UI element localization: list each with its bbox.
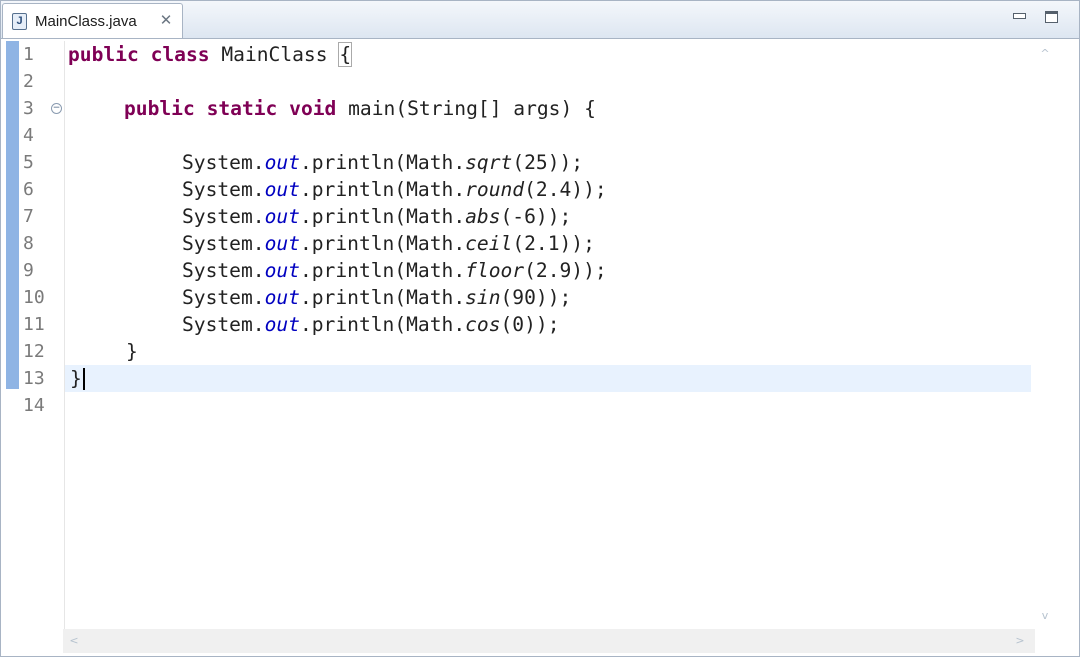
current-line-highlight [65, 365, 1031, 392]
static-method: cos [465, 313, 501, 336]
code-line: System.out.println(Math.abs(-6)); [182, 203, 571, 230]
keyword: static [206, 97, 278, 120]
keyword: public [124, 97, 195, 120]
tab-label: MainClass.java [35, 13, 137, 30]
line-number: 5 [23, 152, 34, 173]
keyword: public [68, 43, 139, 66]
horizontal-scrollbar[interactable]: < > [63, 629, 1035, 653]
line-number: 1 [23, 44, 34, 65]
matching-brace: { [338, 42, 353, 67]
code-line: System.out.println(Math.cos(0)); [182, 311, 560, 338]
line-number: 14 [23, 395, 45, 416]
closing-brace: } [70, 367, 82, 390]
code-token: .println(Math. [299, 178, 466, 201]
minimize-button[interactable] [1013, 13, 1026, 19]
code-token: (90)); [500, 286, 572, 309]
scroll-right-icon[interactable]: > [1013, 634, 1027, 648]
method-signature: main(String[] args) { [348, 97, 596, 120]
static-method: sqrt [465, 151, 513, 174]
static-field: out [264, 151, 300, 174]
static-field: out [264, 313, 300, 336]
code-token: .println(Math. [299, 232, 466, 255]
code-line: public class MainClass { [68, 41, 353, 68]
scroll-up-icon[interactable]: ^ [1038, 47, 1052, 61]
code-token: .println(Math. [299, 286, 466, 309]
code-token: System. [182, 313, 265, 336]
code-line: public static void main(String[] args) { [124, 95, 596, 122]
code-line: } [70, 365, 82, 392]
static-method: round [465, 178, 525, 201]
code-token: System. [182, 178, 265, 201]
code-token: (25)); [512, 151, 584, 174]
line-number: 9 [23, 260, 34, 281]
static-field: out [264, 232, 300, 255]
static-field: out [264, 286, 300, 309]
code-token: System. [182, 232, 265, 255]
line-number: 7 [23, 206, 34, 227]
line-number: 8 [23, 233, 34, 254]
line-number: 12 [23, 341, 45, 362]
code-line: System.out.println(Math.sqrt(25)); [182, 149, 583, 176]
code-token: .println(Math. [299, 313, 466, 336]
code-line: System.out.println(Math.floor(2.9)); [182, 257, 607, 284]
code-token: System. [182, 259, 265, 282]
code-line: System.out.println(Math.round(2.4)); [182, 176, 607, 203]
line-number: 13 [23, 368, 45, 389]
line-number: 6 [23, 179, 34, 200]
scroll-down-icon[interactable]: v [1038, 609, 1052, 623]
static-method: sin [465, 286, 501, 309]
code-token: System. [182, 205, 265, 228]
annotation-ruler [6, 41, 19, 389]
keyword: void [289, 97, 337, 120]
static-method: floor [465, 259, 525, 282]
keyword: class [150, 43, 210, 66]
static-field: out [264, 205, 300, 228]
java-file-icon: J [12, 13, 27, 30]
code-token: System. [182, 286, 265, 309]
code-line: System.out.println(Math.sin(90)); [182, 284, 571, 311]
static-method: abs [465, 205, 501, 228]
fold-collapse-icon[interactable]: − [51, 103, 62, 114]
code-token: (0)); [500, 313, 560, 336]
line-number: 11 [23, 314, 45, 335]
code-token: System. [182, 151, 265, 174]
static-field: out [264, 259, 300, 282]
tab-mainclass-java[interactable]: J MainClass.java ✕ [2, 3, 183, 38]
line-number: 2 [23, 71, 34, 92]
code-token: (2.9)); [524, 259, 607, 282]
line-number: 10 [23, 287, 45, 308]
code-token: (2.1)); [512, 232, 595, 255]
scroll-left-icon[interactable]: < [67, 634, 81, 648]
code-token: .println(Math. [299, 259, 466, 282]
code-token: .println(Math. [299, 205, 466, 228]
code-line: System.out.println(Math.ceil(2.1)); [182, 230, 595, 257]
code-token: .println(Math. [299, 151, 466, 174]
code-token: (-6)); [500, 205, 572, 228]
code-token: (2.4)); [524, 178, 607, 201]
line-number-gutter: 1 2 3 − 4 5 6 7 8 9 10 11 12 13 14 [21, 41, 63, 629]
editor-window: J MainClass.java ✕ 1 2 3 − 4 5 6 7 8 9 1… [0, 0, 1080, 657]
line-number: 4 [23, 125, 34, 146]
text-caret [83, 368, 85, 390]
class-name: MainClass [221, 43, 328, 66]
vertical-scrollbar[interactable]: ^ v [1035, 41, 1055, 629]
static-field: out [264, 178, 300, 201]
static-method: ceil [465, 232, 513, 255]
code-editor[interactable]: public class MainClass { public static v… [64, 41, 1035, 629]
code-line: } [126, 338, 138, 365]
maximize-button[interactable] [1045, 11, 1058, 23]
close-icon[interactable]: ✕ [158, 12, 174, 30]
closing-brace: } [126, 340, 138, 363]
editor-tab-bar: J MainClass.java ✕ [1, 1, 1079, 39]
